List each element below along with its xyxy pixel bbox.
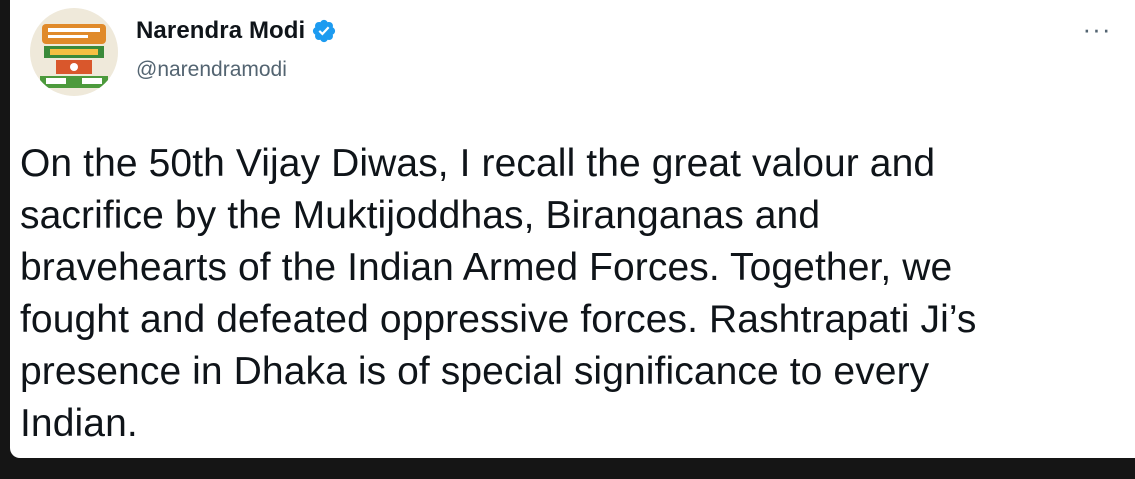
profile-avatar[interactable] <box>30 8 118 96</box>
more-options-button[interactable]: ··· <box>1077 14 1117 44</box>
verified-badge-icon <box>311 18 337 44</box>
tweet-card: Narendra Modi @narendramodi ··· On the 5… <box>10 0 1135 458</box>
screenshot-frame: Narendra Modi @narendramodi ··· On the 5… <box>0 0 1135 479</box>
avatar-image <box>30 8 118 96</box>
more-options-icon: ··· <box>1082 13 1112 44</box>
tweet-text: On the 50th Vijay Diwas, I recall the gr… <box>20 142 977 445</box>
author-display-name[interactable]: Narendra Modi <box>136 17 305 45</box>
author-name-row: Narendra Modi <box>136 17 337 45</box>
author-handle[interactable]: @narendramodi <box>136 58 287 82</box>
